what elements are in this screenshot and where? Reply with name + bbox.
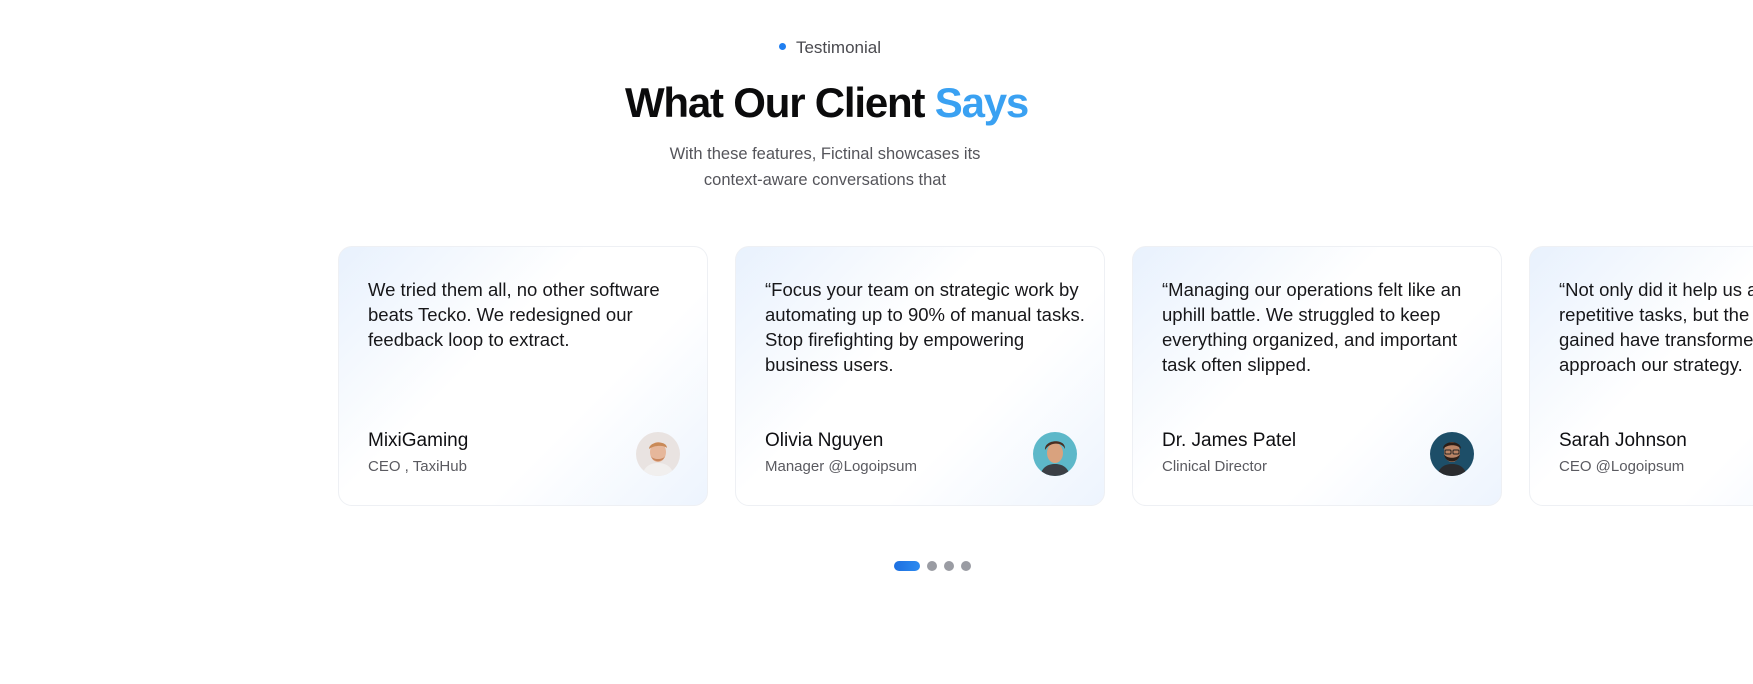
- testimonial-card[interactable]: “Managing our operations felt like an up…: [1132, 246, 1502, 506]
- testimonial-author-role: Manager @Logoipsum: [765, 458, 917, 475]
- testimonial-author-name: Sarah Johnson: [1559, 430, 1687, 451]
- testimonial-card[interactable]: “Not only did it help us automate repeti…: [1529, 246, 1753, 506]
- testimonial-quote: “Not only did it help us automate repeti…: [1559, 279, 1753, 375]
- title-accent: Says: [934, 79, 1030, 126]
- testimonial-quote: “Focus your team on strategic work by au…: [765, 279, 1085, 375]
- avatar: [1430, 432, 1474, 476]
- pagination-dot-4[interactable]: [961, 561, 971, 571]
- carousel-pagination: [894, 561, 971, 571]
- testimonial-author-role: CEO @Logoipsum: [1559, 458, 1685, 475]
- subtitle-line-1: With these features, Fictinal showcases …: [669, 145, 981, 163]
- testimonial-quote: “Managing our operations felt like an up…: [1162, 279, 1462, 375]
- testimonial-quote: We tried them all, no other software bea…: [368, 279, 660, 350]
- testimonial-author-name: MixiGaming: [368, 430, 469, 451]
- testimonial-card[interactable]: We tried them all, no other software bea…: [338, 246, 708, 506]
- testimonial-section: Testimonial What Our Client Says With th…: [0, 0, 1753, 684]
- avatar: [1033, 432, 1077, 476]
- testimonial-card[interactable]: “Focus your team on strategic work by au…: [735, 246, 1105, 506]
- testimonial-author-role: CEO , TaxiHub: [368, 458, 467, 475]
- pagination-dot-1[interactable]: [894, 561, 920, 571]
- avatar: [636, 432, 680, 476]
- pagination-dot-2[interactable]: [927, 561, 937, 571]
- section-title: What Our Client Says: [0, 76, 1653, 130]
- eyebrow-label: Testimonial: [795, 38, 882, 57]
- section-eyebrow: Testimonial: [0, 38, 1660, 58]
- section-subtitle: With these features, Fictinal showcases …: [0, 141, 1650, 193]
- pagination-dot-3[interactable]: [944, 561, 954, 571]
- eyebrow-dot-icon: [778, 43, 786, 51]
- subtitle-line-2: context-aware conversations that: [703, 171, 947, 189]
- testimonial-author-name: Olivia Nguyen: [765, 430, 884, 451]
- testimonial-author-name: Dr. James Patel: [1162, 430, 1297, 451]
- title-main: What Our Client: [624, 79, 935, 126]
- testimonial-author-role: Clinical Director: [1162, 458, 1268, 475]
